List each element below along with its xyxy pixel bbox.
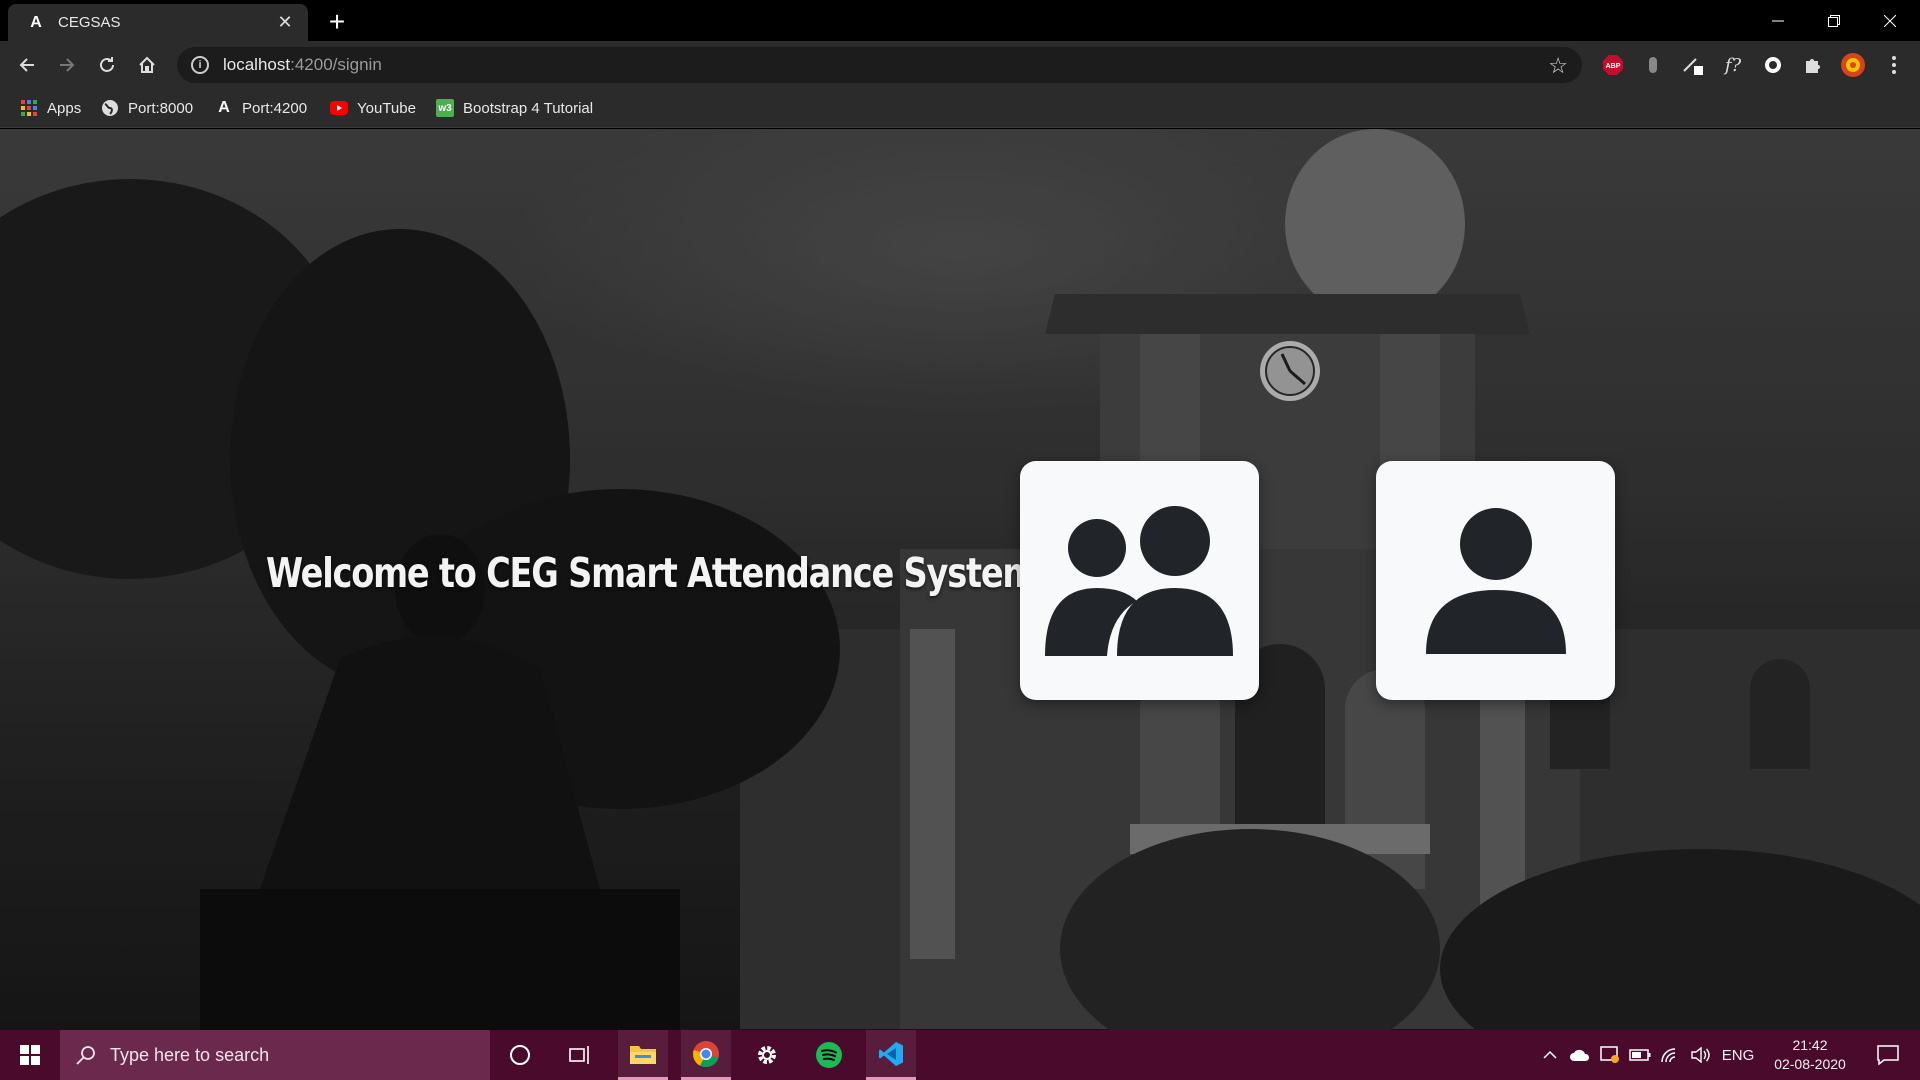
settings-icon <box>758 1046 776 1064</box>
volume-icon[interactable] <box>1688 1030 1712 1080</box>
search-placeholder: Type here to search <box>110 1044 270 1065</box>
spotify-button[interactable] <box>804 1030 854 1080</box>
bookmarks-bar: Apps Port:8000 A Port:4200 YouTube w3 Bo… <box>0 88 1920 128</box>
angular-icon: A <box>218 99 230 116</box>
security-icon[interactable] <box>1598 1030 1622 1080</box>
browser-menu-icon[interactable] <box>1880 51 1908 79</box>
globe-icon <box>101 99 119 117</box>
search-icon <box>76 1046 95 1065</box>
start-button[interactable] <box>0 1030 60 1080</box>
chevron-up-icon <box>1543 1050 1557 1059</box>
bookmark-label: YouTube <box>357 99 416 117</box>
site-info-icon[interactable]: i <box>191 56 209 74</box>
window-close-button[interactable] <box>1862 0 1918 41</box>
task-view-icon <box>569 1046 589 1064</box>
bookmark-youtube[interactable]: YouTube <box>330 96 416 120</box>
bookmark-apps[interactable]: Apps <box>20 96 81 120</box>
minimize-icon <box>1772 20 1784 21</box>
close-icon <box>1884 14 1896 27</box>
tab-close-icon[interactable]: ✕ <box>274 12 296 34</box>
browser-tab[interactable]: A CEGSAS ✕ <box>8 4 308 41</box>
vscode-button[interactable] <box>866 1030 916 1080</box>
apps-grid-icon <box>20 99 38 117</box>
tab-title: CEGSAS <box>58 14 121 31</box>
bookmark-label: Port:4200 <box>242 99 308 117</box>
new-tab-button[interactable]: + <box>322 6 352 37</box>
individual-signin-card[interactable] <box>1376 461 1615 700</box>
restore-button[interactable] <box>1806 0 1862 41</box>
url-path: :4200/signin <box>290 55 382 74</box>
chrome-button[interactable] <box>681 1030 731 1080</box>
pen-icon[interactable] <box>1679 51 1707 79</box>
task-view-button[interactable] <box>555 1030 605 1080</box>
group-signin-card[interactable] <box>1020 461 1259 700</box>
welcome-heading: Welcome to CEG Smart Attendance System <box>266 549 1037 597</box>
onedrive-icon[interactable] <box>1568 1030 1592 1080</box>
bookmark-port-4200[interactable]: A Port:4200 <box>215 96 307 120</box>
youtube-icon <box>330 99 348 117</box>
person-icon <box>1425 507 1566 654</box>
battery-icon[interactable] <box>1628 1030 1652 1080</box>
cortana-button[interactable] <box>495 1030 545 1080</box>
input-language[interactable]: ENG <box>1718 1030 1758 1080</box>
minimize-button[interactable] <box>1750 0 1806 41</box>
svg-text:ABP: ABP <box>1606 63 1621 70</box>
reload-button[interactable] <box>93 51 121 79</box>
arrow-left-icon <box>19 58 34 72</box>
cortana-icon <box>510 1045 530 1065</box>
profile-avatar[interactable] <box>1839 51 1867 79</box>
show-hidden-icons-button[interactable] <box>1538 1030 1562 1080</box>
bookmark-label: Port:8000 <box>128 99 194 117</box>
bookmark-label: Bootstrap 4 Tutorial <box>463 99 594 117</box>
bookmark-bootstrap-tutorial[interactable]: w3 Bootstrap 4 Tutorial <box>436 96 593 120</box>
arrow-right-icon <box>60 58 75 72</box>
forward-button[interactable] <box>53 51 81 79</box>
browser-titlebar: A CEGSAS ✕ + <box>0 0 1920 41</box>
w3schools-icon: w3 <box>436 99 454 117</box>
signin-page: Welcome to CEG Smart Attendance System <box>0 129 1920 1030</box>
vscode-icon <box>879 1041 903 1066</box>
url-host: localhost <box>223 55 291 74</box>
taskbar-clock[interactable]: 21:42 02-08-2020 <box>1760 1036 1860 1074</box>
home-button[interactable] <box>133 51 161 79</box>
bookmark-label: Apps <box>47 99 82 117</box>
wifi-icon[interactable] <box>1658 1030 1682 1080</box>
settings-button[interactable] <box>742 1030 792 1080</box>
angular-favicon-icon: A <box>30 13 42 31</box>
circle-extension-icon[interactable] <box>1759 51 1787 79</box>
address-bar[interactable]: i localhost :4200/signin ☆ <box>177 47 1582 83</box>
taskbar-search-box[interactable]: Type here to search <box>60 1030 490 1080</box>
clock-time: 21:42 <box>1792 1037 1828 1053</box>
people-group-icon <box>1044 505 1233 656</box>
abp-icon[interactable]: ABP <box>1599 51 1627 79</box>
home-icon <box>139 56 155 73</box>
bookmark-star-icon[interactable]: ☆ <box>1548 53 1568 79</box>
spotify-icon <box>816 1042 842 1068</box>
clock-date: 02-08-2020 <box>1774 1056 1846 1072</box>
back-button[interactable] <box>13 51 41 79</box>
chrome-icon <box>693 1040 719 1067</box>
restore-icon <box>1828 14 1840 27</box>
formula-icon[interactable]: f? <box>1719 51 1747 79</box>
windows-logo-icon <box>20 1045 40 1065</box>
notification-icon <box>1877 1045 1899 1065</box>
file-explorer-icon <box>630 1045 656 1064</box>
windows-taskbar: Type here to search ENG 21:42 02-08-2020 <box>0 1030 1920 1080</box>
puzzle-icon[interactable] <box>1799 51 1827 79</box>
extension-icon[interactable] <box>1639 51 1667 79</box>
browser-toolbar: i localhost :4200/signin ☆ ABP f? <box>0 41 1920 88</box>
file-explorer-button[interactable] <box>618 1030 668 1080</box>
notifications-button[interactable] <box>1866 1030 1910 1080</box>
reload-icon <box>100 57 114 72</box>
bookmark-port-8000[interactable]: Port:8000 <box>101 96 193 120</box>
